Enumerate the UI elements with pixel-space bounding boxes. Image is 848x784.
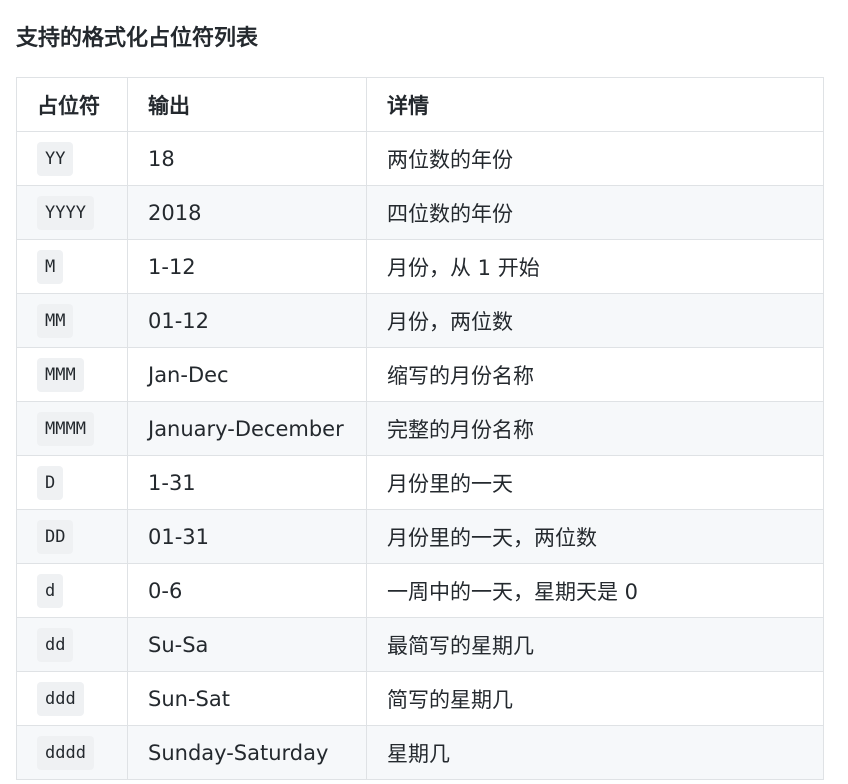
output-cell: 01-31 — [127, 509, 367, 564]
placeholder-cell: M — [16, 239, 128, 294]
placeholder-code: ddd — [37, 681, 84, 716]
detail-cell: 一周中的一天，星期天是 0 — [366, 563, 824, 618]
output-cell: January-December — [127, 401, 367, 456]
table-row: MM 01-12 月份，两位数 — [16, 293, 824, 348]
table-row: DD 01-31 月份里的一天，两位数 — [16, 509, 824, 564]
placeholder-code: YYYY — [37, 195, 94, 230]
placeholder-code: YY — [37, 141, 74, 176]
placeholder-code: dddd — [37, 735, 94, 770]
table-row: YYYY 2018 四位数的年份 — [16, 185, 824, 240]
placeholder-code: d — [37, 573, 64, 608]
table-header-row: 占位符 输出 详情 — [16, 77, 824, 132]
output-cell: Jan-Dec — [127, 347, 367, 402]
output-cell: Sunday-Saturday — [127, 725, 367, 780]
table-row: D 1-31 月份里的一天 — [16, 455, 824, 510]
column-header-output: 输出 — [127, 77, 367, 132]
detail-cell: 两位数的年份 — [366, 131, 824, 186]
output-cell: 2018 — [127, 185, 367, 240]
table-row: dddd Sunday-Saturday 星期几 — [16, 725, 824, 780]
placeholder-code: D — [37, 465, 64, 500]
placeholder-cell: YY — [16, 131, 128, 186]
detail-cell: 月份，从 1 开始 — [366, 239, 824, 294]
detail-cell: 月份里的一天 — [366, 455, 824, 510]
placeholder-cell: YYYY — [16, 185, 128, 240]
table-row: dd Su-Sa 最简写的星期几 — [16, 617, 824, 672]
table-row: YY 18 两位数的年份 — [16, 131, 824, 186]
output-cell: 01-12 — [127, 293, 367, 348]
placeholder-cell: MMM — [16, 347, 128, 402]
table-row: d 0-6 一周中的一天，星期天是 0 — [16, 563, 824, 618]
detail-cell: 简写的星期几 — [366, 671, 824, 726]
table-row: MMM Jan-Dec 缩写的月份名称 — [16, 347, 824, 402]
placeholder-cell: D — [16, 455, 128, 510]
output-cell: 1-31 — [127, 455, 367, 510]
detail-cell: 月份里的一天，两位数 — [366, 509, 824, 564]
detail-cell: 缩写的月份名称 — [366, 347, 824, 402]
output-cell: Su-Sa — [127, 617, 367, 672]
table-row: M 1-12 月份，从 1 开始 — [16, 239, 824, 294]
placeholder-code: dd — [37, 627, 74, 662]
output-cell: Sun-Sat — [127, 671, 367, 726]
detail-cell: 完整的月份名称 — [366, 401, 824, 456]
detail-cell: 星期几 — [366, 725, 824, 780]
format-placeholder-table: 占位符 输出 详情 YY 18 两位数的年份 YYYY 2018 四位数的年份 … — [16, 77, 824, 780]
detail-cell: 四位数的年份 — [366, 185, 824, 240]
column-header-placeholder: 占位符 — [16, 77, 128, 132]
placeholder-cell: ddd — [16, 671, 128, 726]
output-cell: 1-12 — [127, 239, 367, 294]
placeholder-code: M — [37, 249, 64, 284]
table-row: MMMM January-December 完整的月份名称 — [16, 401, 824, 456]
table-row: ddd Sun-Sat 简写的星期几 — [16, 671, 824, 726]
placeholder-cell: dddd — [16, 725, 128, 780]
detail-cell: 最简写的星期几 — [366, 617, 824, 672]
placeholder-cell: MMMM — [16, 401, 128, 456]
placeholder-code: MMM — [37, 357, 84, 392]
placeholder-cell: dd — [16, 617, 128, 672]
placeholder-cell: d — [16, 563, 128, 618]
placeholder-code: MM — [37, 303, 74, 338]
placeholder-code: MMMM — [37, 411, 94, 446]
placeholder-code: DD — [37, 519, 74, 554]
output-cell: 0-6 — [127, 563, 367, 618]
detail-cell: 月份，两位数 — [366, 293, 824, 348]
section-title: 支持的格式化占位符列表 — [16, 26, 259, 51]
output-cell: 18 — [127, 131, 367, 186]
placeholder-cell: DD — [16, 509, 128, 564]
placeholder-cell: MM — [16, 293, 128, 348]
column-header-detail: 详情 — [366, 77, 824, 132]
